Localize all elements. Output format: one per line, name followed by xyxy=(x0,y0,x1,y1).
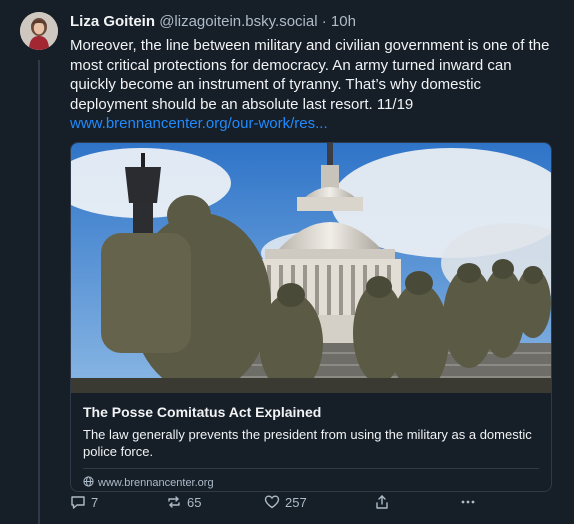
link-card[interactable]: The Posse Comitatus Act Explained The la… xyxy=(70,141,552,492)
link-card-domain: www.brennancenter.org xyxy=(98,476,214,489)
more-options-button[interactable] xyxy=(460,494,476,510)
link-card-description: The law generally prevents the president… xyxy=(83,426,532,459)
post-link[interactable]: www.brennancenter.org/our-work/res... xyxy=(70,114,552,134)
avatar[interactable] xyxy=(20,12,58,50)
repost-button[interactable]: 65 xyxy=(166,494,264,510)
thread-line xyxy=(38,60,40,524)
author-name[interactable]: Liza Goitein xyxy=(70,13,155,30)
reply-icon xyxy=(70,494,86,510)
reply-button[interactable]: 7 xyxy=(70,494,166,510)
author-handle[interactable]: @lizagoitein.bsky.social xyxy=(159,13,317,30)
post[interactable]: Liza Goitein @lizagoitein.bsky.social · … xyxy=(0,0,574,524)
share-icon xyxy=(374,494,390,510)
post-header: Liza Goitein @lizagoitein.bsky.social · … xyxy=(70,12,552,32)
link-card-source: www.brennancenter.org xyxy=(83,475,539,490)
post-content: Liza Goitein @lizagoitein.bsky.social · … xyxy=(70,12,552,492)
share-button[interactable] xyxy=(374,494,460,510)
more-icon xyxy=(460,494,476,510)
post-text: Moreover, the line between military and … xyxy=(70,37,550,113)
repost-icon xyxy=(166,494,182,510)
post-timestamp[interactable]: 10h xyxy=(331,13,356,30)
link-card-title[interactable]: The Posse Comitatus Act Explained xyxy=(83,403,539,421)
like-icon xyxy=(264,494,280,510)
globe-icon xyxy=(83,475,94,490)
reply-count: 7 xyxy=(91,494,99,510)
link-card-divider xyxy=(83,467,539,469)
repost-count: 65 xyxy=(187,494,202,510)
action-bar: 7 65 257 xyxy=(70,491,552,513)
link-card-body: The Posse Comitatus Act Explained The la… xyxy=(71,393,551,490)
like-button[interactable]: 257 xyxy=(264,494,374,510)
link-card-image xyxy=(71,142,551,393)
separator-dot: · xyxy=(321,13,327,30)
like-count: 257 xyxy=(285,494,307,510)
